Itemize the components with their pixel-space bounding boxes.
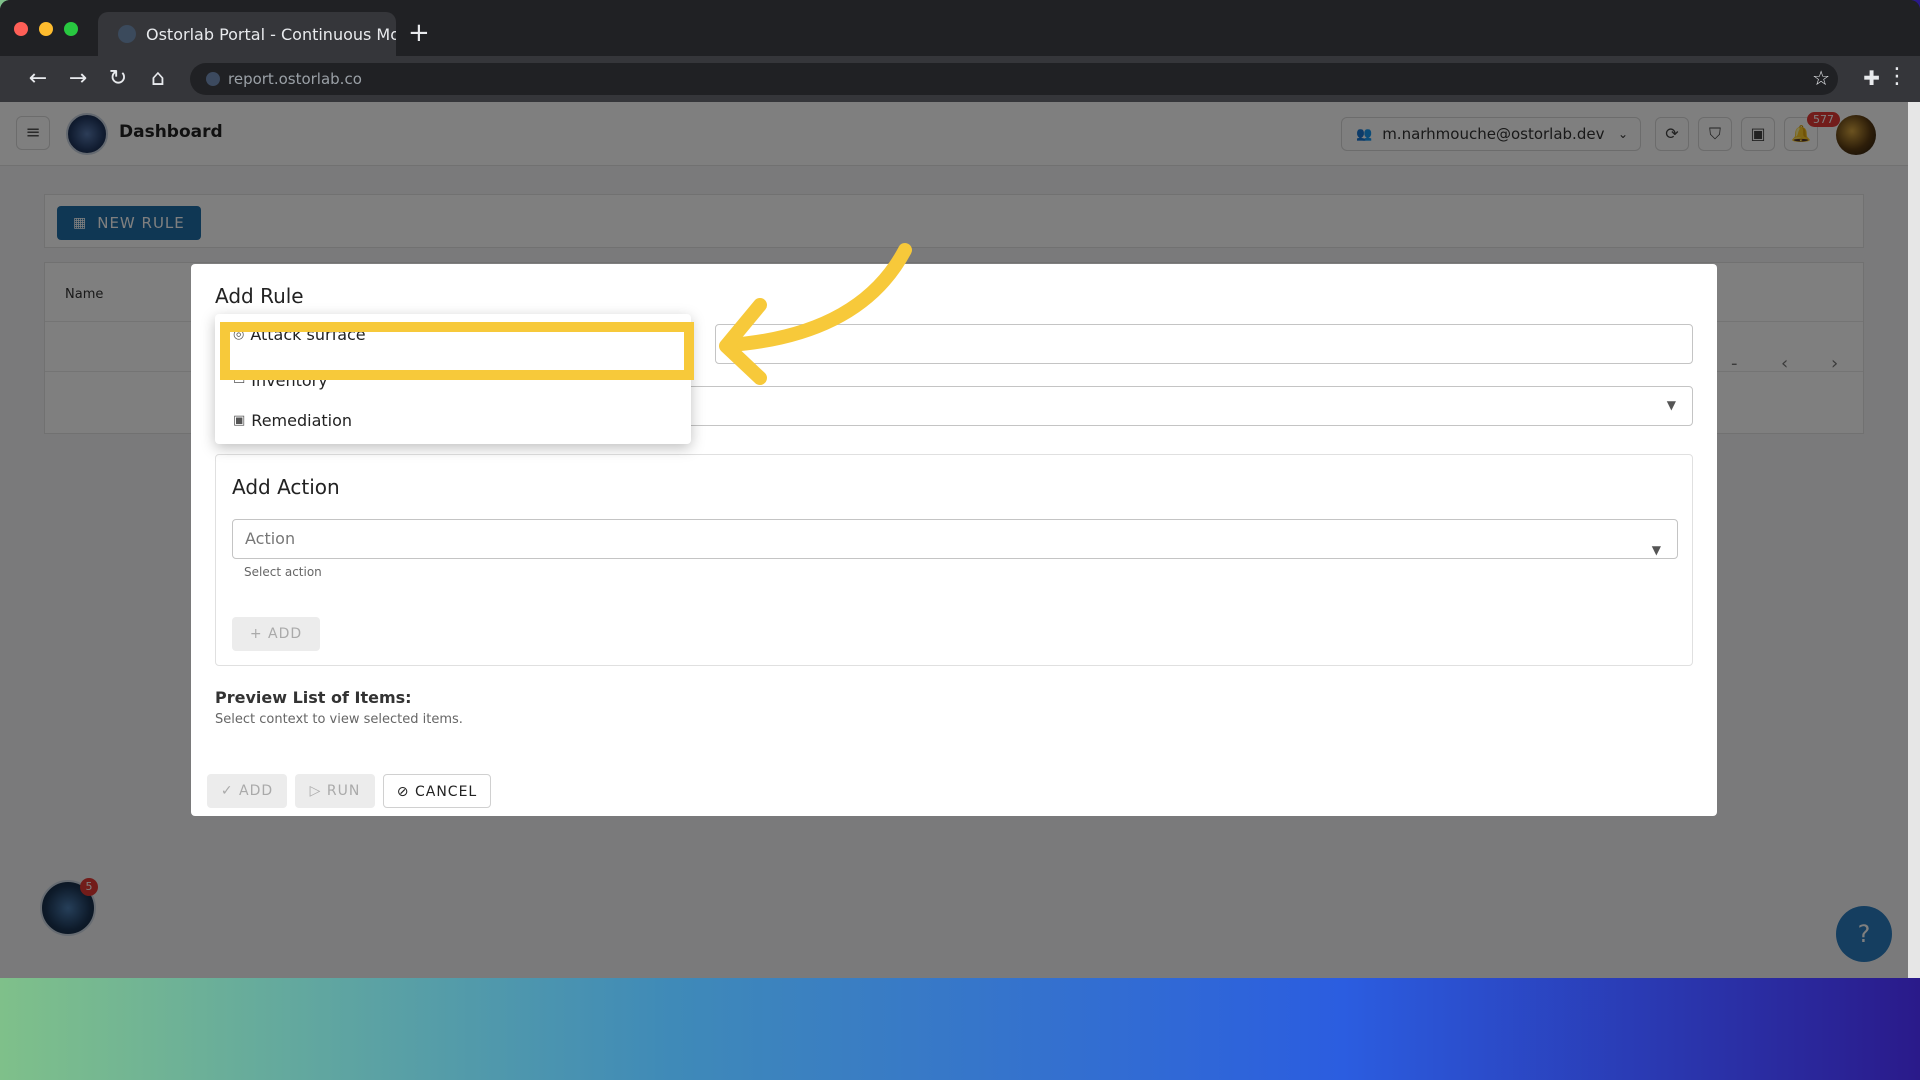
plus-icon: + xyxy=(249,626,269,642)
action-helper-text: Select action xyxy=(244,565,322,579)
add-rule-dialog: Add Rule ▼ Add Action Action ▼ Select ac… xyxy=(191,264,1717,816)
browser-tab-bar: Ostorlab Portal - Continuous Mobi + xyxy=(0,0,1920,56)
app-viewport: ≡ Dashboard 👥 m.narhmouche@ostorlab.dev … xyxy=(0,102,1908,978)
context-dropdown-menu: ◎ Attack surface ▭ Inventory ▣ Remediati… xyxy=(215,314,691,444)
address-bar: ← → ↻ ⌂ report.ostorlab.co ☆ ✚ ⋮ xyxy=(0,56,1920,102)
play-icon: ▷ xyxy=(309,783,327,799)
extensions-icon[interactable]: ✚ xyxy=(1863,66,1880,90)
minimize-window-button[interactable] xyxy=(39,22,53,36)
calendar-icon: ▭ xyxy=(233,372,246,388)
page-scrollbar[interactable] xyxy=(1908,102,1920,978)
add-action-label: ADD xyxy=(268,626,303,642)
cancel-button[interactable]: ⊘ CANCEL xyxy=(383,774,491,808)
browser-menu-icon[interactable]: ⋮ xyxy=(1886,64,1908,89)
check-icon: ✓ xyxy=(220,783,240,799)
cancel-icon: ⊘ xyxy=(396,784,415,800)
menu-item-label: Inventory xyxy=(251,370,328,390)
run-rule-button[interactable]: ▷ RUN xyxy=(295,774,375,808)
reload-icon[interactable]: ↻ xyxy=(104,66,132,92)
menu-item-attack-surface[interactable]: ◎ Attack surface xyxy=(215,316,691,352)
action-placeholder: Action xyxy=(245,529,296,548)
add-action-section: Add Action Action ▼ Select action + ADD xyxy=(215,454,1693,666)
caret-down-icon: ▼ xyxy=(1651,543,1661,557)
menu-item-label: Remediation xyxy=(251,410,353,430)
tab-title: Ostorlab Portal - Continuous Mobi xyxy=(146,24,396,44)
preview-text: Select context to view selected items. xyxy=(215,712,463,727)
home-icon[interactable]: ⌂ xyxy=(144,66,172,92)
forward-icon[interactable]: → xyxy=(64,66,92,92)
browser-window: Ostorlab Portal - Continuous Mobi + ← → … xyxy=(0,0,1920,978)
bookmark-star-icon[interactable]: ☆ xyxy=(1812,66,1830,90)
cancel-label: CANCEL xyxy=(414,784,478,800)
action-select[interactable]: Action ▼ xyxy=(232,519,1678,559)
run-rule-label: RUN xyxy=(326,783,361,799)
back-icon[interactable]: ← xyxy=(24,66,52,92)
menu-item-label: Attack surface xyxy=(250,324,366,344)
url-input[interactable]: report.ostorlab.co xyxy=(190,63,1838,95)
new-tab-button[interactable]: + xyxy=(408,20,430,46)
url-text: report.ostorlab.co xyxy=(228,70,362,88)
browser-tab[interactable]: Ostorlab Portal - Continuous Mobi xyxy=(98,12,396,56)
menu-item-inventory[interactable]: ▭ Inventory xyxy=(215,362,691,398)
rule-name-input[interactable] xyxy=(715,324,1693,364)
maximize-window-button[interactable] xyxy=(64,22,78,36)
close-window-button[interactable] xyxy=(14,22,28,36)
dialog-title: Add Rule xyxy=(215,284,304,308)
add-action-title: Add Action xyxy=(232,475,340,499)
favicon-icon xyxy=(118,25,136,43)
menu-item-remediation[interactable]: ▣ Remediation xyxy=(215,402,691,438)
add-rule-button[interactable]: ✓ ADD xyxy=(207,774,287,808)
preview-title: Preview List of Items: xyxy=(215,688,412,707)
site-info-icon[interactable] xyxy=(206,72,220,86)
attack-surface-icon: ◎ xyxy=(233,326,245,342)
caret-down-icon: ▼ xyxy=(1666,398,1676,412)
remediation-icon: ▣ xyxy=(233,412,246,428)
add-action-button[interactable]: + ADD xyxy=(232,617,320,651)
add-rule-label: ADD xyxy=(239,783,274,799)
